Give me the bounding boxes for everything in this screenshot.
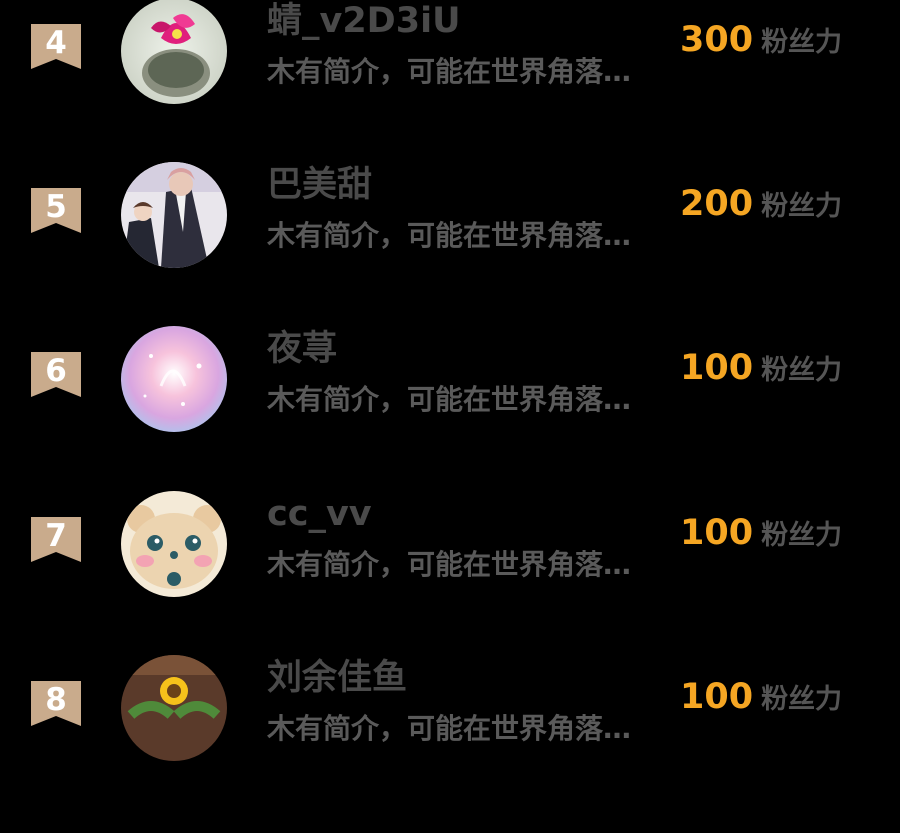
fan-power: 100 粉丝力 (680, 677, 842, 717)
rank-badge: 8 (31, 681, 81, 726)
fan-intro: 木有简介，可能在世界角落… (267, 55, 632, 88)
sunflower-icon (121, 655, 227, 761)
fan-intro: 木有简介，可能在世界角落… (267, 219, 632, 252)
fan-intro: 木有简介，可能在世界角落… (267, 548, 632, 581)
power-number: 100 (680, 513, 754, 553)
fan-name[interactable]: 蜻_v2D3iU (267, 0, 461, 42)
power-unit: 粉丝力 (761, 355, 843, 386)
fan-row[interactable]: 8 刘余佳鱼 木有简介，可能在世界角落… 100 粉丝力 (0, 655, 900, 833)
rank-number: 5 (45, 189, 67, 225)
rank-number: 4 (45, 25, 67, 61)
fan-row[interactable]: 6 夜荨 木有简介，可能在世界角落… 100 粉丝力 (0, 326, 900, 504)
power-unit: 粉丝力 (761, 520, 843, 551)
rank-badge: 6 (31, 352, 81, 397)
anime-suits-icon (121, 162, 227, 268)
power-unit: 粉丝力 (761, 684, 843, 715)
fan-name[interactable]: cc_vv (267, 493, 372, 535)
avatar[interactable] (121, 655, 227, 761)
fan-intro: 木有简介，可能在世界角落… (267, 383, 632, 416)
pink-flower-vase-icon (121, 0, 227, 104)
power-number: 300 (680, 20, 754, 60)
cute-bear-icon (121, 491, 227, 597)
fan-name[interactable]: 巴美甜 (267, 164, 372, 206)
rank-number: 6 (45, 353, 67, 389)
power-number: 100 (680, 348, 754, 388)
fan-row[interactable]: 5 巴美甜 木有简介，可能在世界角落… 200 粉丝力 (0, 162, 900, 340)
fan-row[interactable]: 7 cc_vv 木有简介，可能在世界角落… 100 粉丝力 (0, 491, 900, 669)
fan-power: 100 粉丝力 (680, 513, 842, 553)
fan-name[interactable]: 刘余佳鱼 (267, 657, 407, 699)
power-number: 100 (680, 677, 754, 717)
fan-power: 100 粉丝力 (680, 348, 842, 388)
rank-number: 7 (45, 518, 67, 554)
power-unit: 粉丝力 (761, 27, 843, 58)
pink-galaxy-icon (121, 326, 227, 432)
fan-row[interactable]: 4 蜻_v2D3iU 木有简介，可能在世界角落… 300 粉丝力 (0, 0, 900, 176)
rank-badge: 5 (31, 188, 81, 233)
rank-badge: 7 (31, 517, 81, 562)
fan-name[interactable]: 夜荨 (267, 328, 337, 370)
rank-number: 8 (45, 682, 67, 718)
power-unit: 粉丝力 (761, 191, 843, 222)
power-number: 200 (680, 184, 754, 224)
avatar[interactable] (121, 162, 227, 268)
fan-ranking-list: 4 蜻_v2D3iU 木有简介，可能在世界角落… 300 粉丝力 5 巴美甜 木… (0, 0, 900, 761)
avatar[interactable] (121, 491, 227, 597)
avatar[interactable] (121, 0, 227, 104)
fan-power: 200 粉丝力 (680, 184, 842, 224)
fan-power: 300 粉丝力 (680, 20, 842, 60)
fan-intro: 木有简介，可能在世界角落… (267, 712, 632, 745)
avatar[interactable] (121, 326, 227, 432)
rank-badge: 4 (31, 24, 81, 69)
